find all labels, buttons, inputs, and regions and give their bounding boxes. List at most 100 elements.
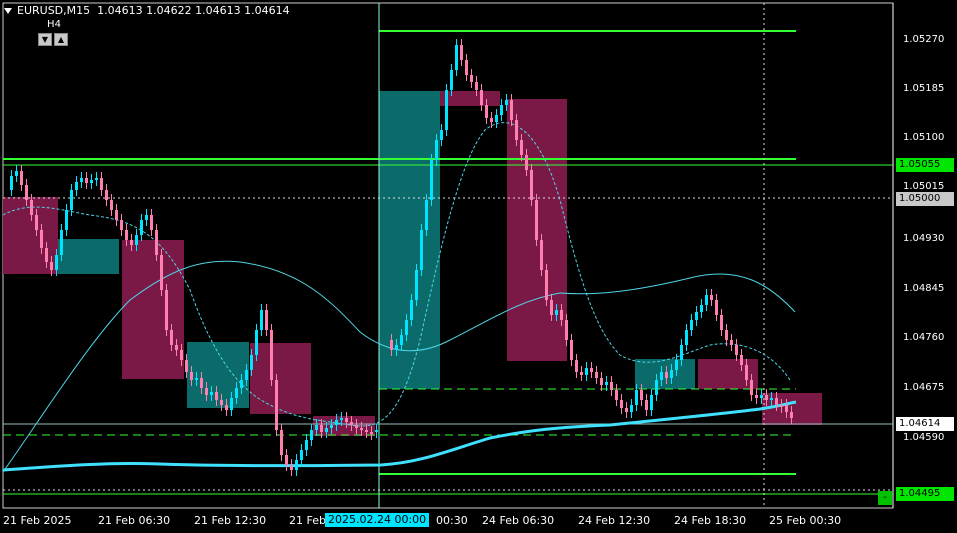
m15-candle-body: [170, 330, 173, 345]
m15-candle-body: [710, 295, 713, 300]
m15-candle-body: [685, 330, 688, 345]
m15-candle-body: [690, 320, 693, 330]
time-label: 24 Feb 06:30: [482, 514, 555, 527]
m15-candle-body: [525, 155, 528, 170]
m15-candle-body: [645, 400, 648, 410]
m15-candle-body: [375, 430, 378, 432]
m15-candle-body: [55, 255, 58, 270]
time-label: 21 Feb 2025: [3, 514, 72, 527]
m15-candle-body: [570, 340, 573, 360]
m15-candle-body: [560, 310, 563, 320]
time-label: 21 Feb 06:30: [98, 514, 171, 527]
m15-candle-body: [630, 405, 633, 412]
level-marker-icon[interactable]: -: [878, 491, 892, 505]
m15-candle-body: [590, 368, 593, 372]
m15-candle-body: [105, 190, 108, 200]
time-label: 24 Feb 12:30: [578, 514, 651, 527]
m15-candle-body: [350, 422, 353, 425]
m15-candle-body: [575, 360, 578, 372]
m15-candle-body: [725, 330, 728, 340]
m15-candle-body: [115, 210, 118, 220]
time-label: 24 Feb 18:30: [674, 514, 747, 527]
m15-candle-body: [245, 370, 248, 380]
price-label: 1.04675: [903, 382, 945, 393]
m15-candle-body: [720, 315, 723, 330]
m15-candle-body: [180, 350, 183, 360]
m15-candle-body: [40, 230, 43, 248]
m15-candle-body: [30, 200, 33, 215]
m15-candle-body: [555, 310, 558, 315]
m15-candle-body: [240, 380, 243, 388]
m15-candle-body: [390, 340, 393, 350]
ohlc-values: 1.04613 1.04622 1.04613 1.04614: [97, 4, 290, 17]
m15-candle-body: [265, 310, 268, 330]
m15-candle-body: [295, 460, 298, 470]
m15-candle-body: [270, 330, 273, 380]
price-tag-current: 1.04614: [896, 417, 954, 431]
m15-candle-body: [335, 420, 338, 425]
m15-candle-body: [695, 312, 698, 320]
m15-candle-body: [425, 200, 428, 230]
m15-candle-body: [80, 178, 83, 182]
m15-candle-body: [790, 412, 793, 418]
m15-candle-body: [205, 388, 208, 395]
price-label: 1.04845: [903, 283, 945, 294]
m15-candle-body: [620, 400, 623, 408]
m15-candle-body: [260, 310, 263, 330]
m15-candle-body: [160, 255, 163, 290]
m15-candle-body: [785, 405, 788, 412]
m15-candle-body: [315, 425, 318, 430]
timeframe-switcher: H4 ▼ ▲: [38, 18, 70, 46]
chart-area[interactable]: EURUSD,M15 1.04613 1.04622 1.04613 1.046…: [0, 0, 957, 533]
m15-candle-body: [470, 75, 473, 82]
m15-candle-body: [660, 372, 663, 380]
m15-candle-body: [680, 345, 683, 360]
price-chart[interactable]: [0, 0, 957, 533]
m15-candle-body: [150, 215, 153, 230]
m15-candle-body: [230, 398, 233, 410]
m15-candle-body: [225, 405, 228, 410]
m15-candle-body: [770, 398, 773, 400]
timeframe-up-button[interactable]: ▲: [54, 33, 68, 46]
m15-candle-body: [625, 408, 628, 412]
m15-candle-body: [585, 368, 588, 375]
time-label: 21 Feb: [289, 514, 326, 527]
m15-candle-body: [200, 378, 203, 388]
m15-candle-body: [460, 45, 463, 60]
m15-candle-body: [135, 235, 138, 245]
h4-candle-box: [58, 239, 119, 274]
m15-candle-body: [35, 215, 38, 230]
m15-candle-body: [195, 378, 198, 380]
price-tag-upper-level: 1.05055: [896, 158, 954, 172]
m15-candle-body: [485, 105, 488, 118]
m15-candle-body: [300, 450, 303, 460]
m15-candle-body: [430, 160, 433, 200]
m15-candle-body: [745, 365, 748, 380]
chart-header: EURUSD,M15 1.04613 1.04622 1.04613 1.046…: [4, 4, 290, 17]
timeframe-down-button[interactable]: ▼: [38, 33, 52, 46]
m15-candle-body: [45, 248, 48, 262]
m15-candle-body: [655, 380, 658, 395]
dropdown-triangle-icon[interactable]: [4, 8, 12, 14]
m15-candle-body: [750, 380, 753, 395]
m15-candle-body: [480, 90, 483, 105]
m15-candle-body: [775, 398, 778, 405]
m15-candle-body: [670, 370, 673, 378]
m15-candle-body: [85, 178, 88, 183]
m15-candle-body: [310, 430, 313, 440]
m15-candle-body: [70, 190, 73, 210]
m15-candle-body: [95, 178, 98, 180]
symbol-label: EURUSD,M15: [17, 4, 91, 17]
m15-candle-body: [305, 440, 308, 450]
m15-candle-body: [640, 390, 643, 400]
price-label: 1.04930: [903, 233, 945, 244]
m15-candle-body: [605, 382, 608, 385]
m15-candle-body: [465, 60, 468, 75]
m15-candle-body: [175, 345, 178, 350]
m15-candle-body: [10, 176, 13, 190]
m15-candle-body: [110, 200, 113, 210]
m15-candle-body: [165, 290, 168, 330]
h4-candle-box: [122, 240, 184, 379]
m15-candle-body: [210, 392, 213, 395]
m15-candle-body: [700, 305, 703, 312]
